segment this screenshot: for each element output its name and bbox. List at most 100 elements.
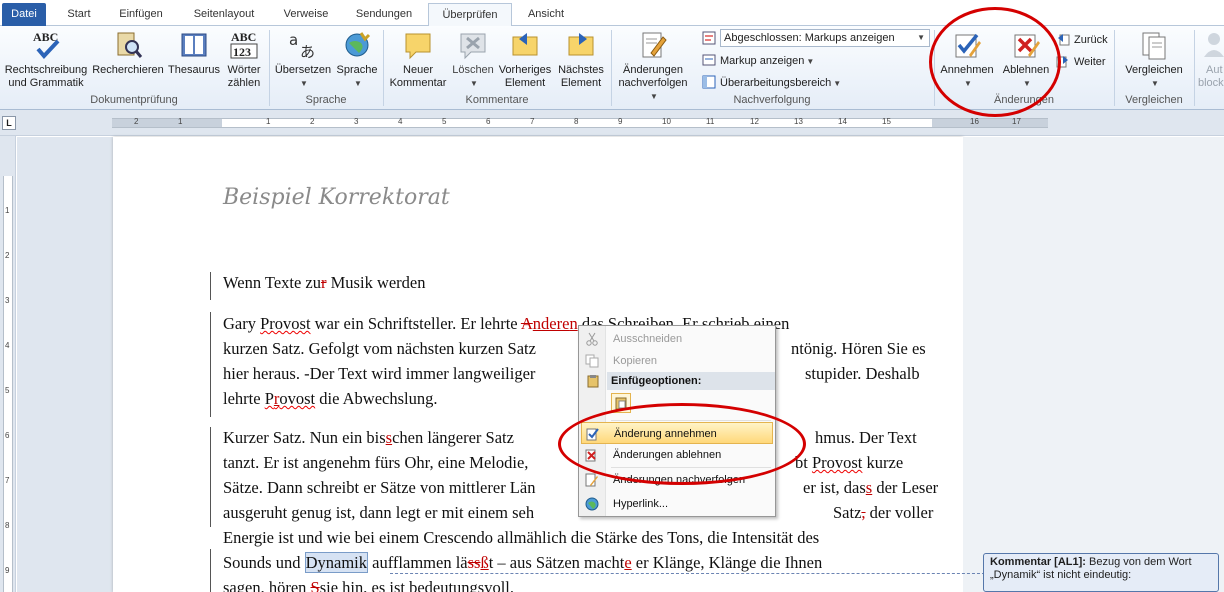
inserted-text[interactable]: ß <box>480 553 488 572</box>
word-count-icon-text-123: 123 <box>233 45 251 59</box>
previous-comment-button[interactable]: Vorheriges Element <box>496 29 554 90</box>
ruler-number: 1 <box>178 117 183 126</box>
deleted-text[interactable]: A <box>521 314 533 333</box>
track-changes-label-2: nachverfolgen <box>618 77 688 89</box>
document-page[interactable]: Beispiel Korrektorat Wenn Texte zur Musi… <box>113 137 963 592</box>
next-label-2: Element <box>560 77 602 89</box>
research-book-icon <box>117 32 143 58</box>
language-button[interactable]: Sprache ▼ <box>334 29 380 90</box>
text-run-group: Satz, der voller <box>833 500 933 525</box>
ruler-number: 13 <box>794 117 803 126</box>
word-count-button[interactable]: ABC 123 Wörter zählen <box>222 29 266 90</box>
spellcheck-icon: ABC <box>33 30 60 59</box>
compare-dropdown-arrow-icon[interactable]: ▼ <box>1151 77 1159 90</box>
reviewing-pane-button[interactable]: Überarbeitungsbereich ▼ <box>702 75 841 91</box>
track-changes-icon <box>585 473 598 487</box>
ruler-number: 2 <box>310 117 315 126</box>
hyperlink-globe-icon <box>585 497 599 511</box>
delete-comment-icon <box>460 33 486 60</box>
delete-dropdown-arrow-icon[interactable]: ▼ <box>470 77 478 90</box>
commented-word-dynamik[interactable]: Dynamik <box>304 552 369 573</box>
next-change-button[interactable]: Weiter <box>1056 54 1106 69</box>
language-dropdown-arrow-icon[interactable]: ▼ <box>354 77 362 90</box>
compare-button[interactable]: Vergleichen ▼ <box>1118 29 1190 90</box>
comment-balloon[interactable]: Kommentar [AL1]: Bezug von dem Wort „Dyn… <box>983 553 1219 592</box>
tab-datei[interactable]: Datei <box>2 3 46 26</box>
ruler-number: 12 <box>750 117 759 126</box>
misspelled-word[interactable]: Provost <box>812 453 862 472</box>
previous-change-button[interactable]: Zurück <box>1056 32 1108 47</box>
next-comment-button[interactable]: Nächstes Element <box>554 29 608 90</box>
display-for-review-dropdown[interactable]: Abgeschlossen: Markups anzeigen ▼ <box>720 29 930 47</box>
translate-button[interactable]: a あ Übersetzen ▼ <box>272 29 334 90</box>
horizontal-ruler[interactable]: 2 1 1 2 3 4 5 6 7 8 9 10 11 12 13 14 15 … <box>112 117 1048 128</box>
misspelled-word[interactable]: Provost <box>260 314 310 333</box>
text-run: Wenn Texte zu <box>223 273 322 292</box>
svg-text:a: a <box>289 31 298 49</box>
new-comment-icon <box>405 33 431 60</box>
tab-einfuegen[interactable]: Einfügen <box>108 3 174 26</box>
thesaurus-button[interactable]: Thesaurus <box>166 29 222 77</box>
ruler-number: 9 <box>618 117 623 126</box>
translate-dropdown-arrow-icon[interactable]: ▼ <box>300 77 308 90</box>
tab-sendungen[interactable]: Sendungen <box>346 3 422 26</box>
show-markup-button[interactable]: Markup anzeigen ▼ <box>702 53 814 69</box>
misspelled-word[interactable]: Provost <box>265 389 315 408</box>
vruler-number: 4 <box>5 341 10 350</box>
annotation-ring-context-menu <box>558 403 806 485</box>
menu-item-cut[interactable]: Ausschneiden <box>581 328 773 350</box>
tab-start[interactable]: Start <box>56 3 102 26</box>
display-for-review-value: Abgeschlossen: Markups anzeigen <box>724 32 895 44</box>
block-authors-button[interactable]: Aut block <box>1196 29 1224 90</box>
delete-comment-button[interactable]: Löschen ▼ <box>450 29 496 90</box>
ruler-number: 4 <box>398 117 403 126</box>
tab-verweise[interactable]: Verweise <box>274 3 338 26</box>
text-run: Musik werden <box>326 273 426 292</box>
word-count-icon: ABC 123 <box>230 30 258 59</box>
inserted-text[interactable]: e <box>624 553 631 572</box>
research-button[interactable]: Recherchieren <box>91 29 165 77</box>
deleted-text[interactable]: S <box>311 578 320 592</box>
change-bar <box>210 549 211 592</box>
ruler-margin-right <box>932 119 1048 127</box>
vruler-number: 8 <box>5 521 10 530</box>
vertical-ruler[interactable]: 1 2 3 4 5 6 7 8 9 <box>0 136 16 592</box>
previous-comment-icon <box>512 33 538 56</box>
translate-icon: a あ <box>289 31 315 61</box>
show-markup-arrow-icon: ▼ <box>806 57 815 66</box>
deleted-text[interactable]: ss <box>468 553 481 572</box>
inserted-text[interactable]: ndere <box>533 314 570 333</box>
show-markup-label: Markup anzeigen <box>720 55 805 67</box>
tab-seitenlayout[interactable]: Seitenlayout <box>182 3 266 26</box>
display-for-review-row <box>702 31 720 46</box>
tab-ansicht[interactable]: Ansicht <box>518 3 574 26</box>
ruler-number: 15 <box>882 117 891 126</box>
inserted-text[interactable]: n <box>569 314 577 333</box>
track-changes-icon <box>642 32 667 58</box>
text-run: hmus. Der Text <box>815 428 917 447</box>
text-run: aufflammen lä <box>368 553 468 572</box>
text-run: er Klänge, Klänge die Ihnen <box>631 553 823 572</box>
vruler-number: 9 <box>5 566 10 575</box>
menu-item-copy[interactable]: Kopieren <box>581 350 773 372</box>
paste-header-icon <box>587 375 599 388</box>
tab-ueberpruefen[interactable]: Überprüfen <box>428 3 512 27</box>
document-title[interactable]: Beispiel Korrektorat <box>223 185 450 210</box>
group-label-kommentare: Kommentare <box>465 94 529 106</box>
group-label-sprache: Sprache <box>305 94 347 106</box>
language-label: Sprache <box>336 64 378 76</box>
vruler-number: 7 <box>5 476 10 485</box>
paragraph-heading[interactable]: Wenn Texte zur Musik werden <box>223 270 933 295</box>
ribbon-separator <box>1114 30 1115 106</box>
spelling-grammar-button[interactable]: ABC Rechtschreibung und Grammatik <box>2 29 90 90</box>
track-changes-button[interactable]: Änderungen nachverfolgen ▼ <box>614 29 692 103</box>
tab-stop-selector[interactable]: L <box>2 116 16 130</box>
new-comment-button[interactable]: Neuer Kommentar <box>388 29 448 90</box>
previous-change-icon <box>1058 34 1070 46</box>
next-change-label: Weiter <box>1074 56 1106 68</box>
next-label-1: Nächstes <box>558 64 604 76</box>
language-globe-icon <box>345 32 371 57</box>
vruler-number: 1 <box>5 206 10 215</box>
group-label-dokumentpruefung: Dokumentprüfung <box>90 94 178 106</box>
menu-item-hyperlink[interactable]: Hyperlink... <box>581 493 773 515</box>
